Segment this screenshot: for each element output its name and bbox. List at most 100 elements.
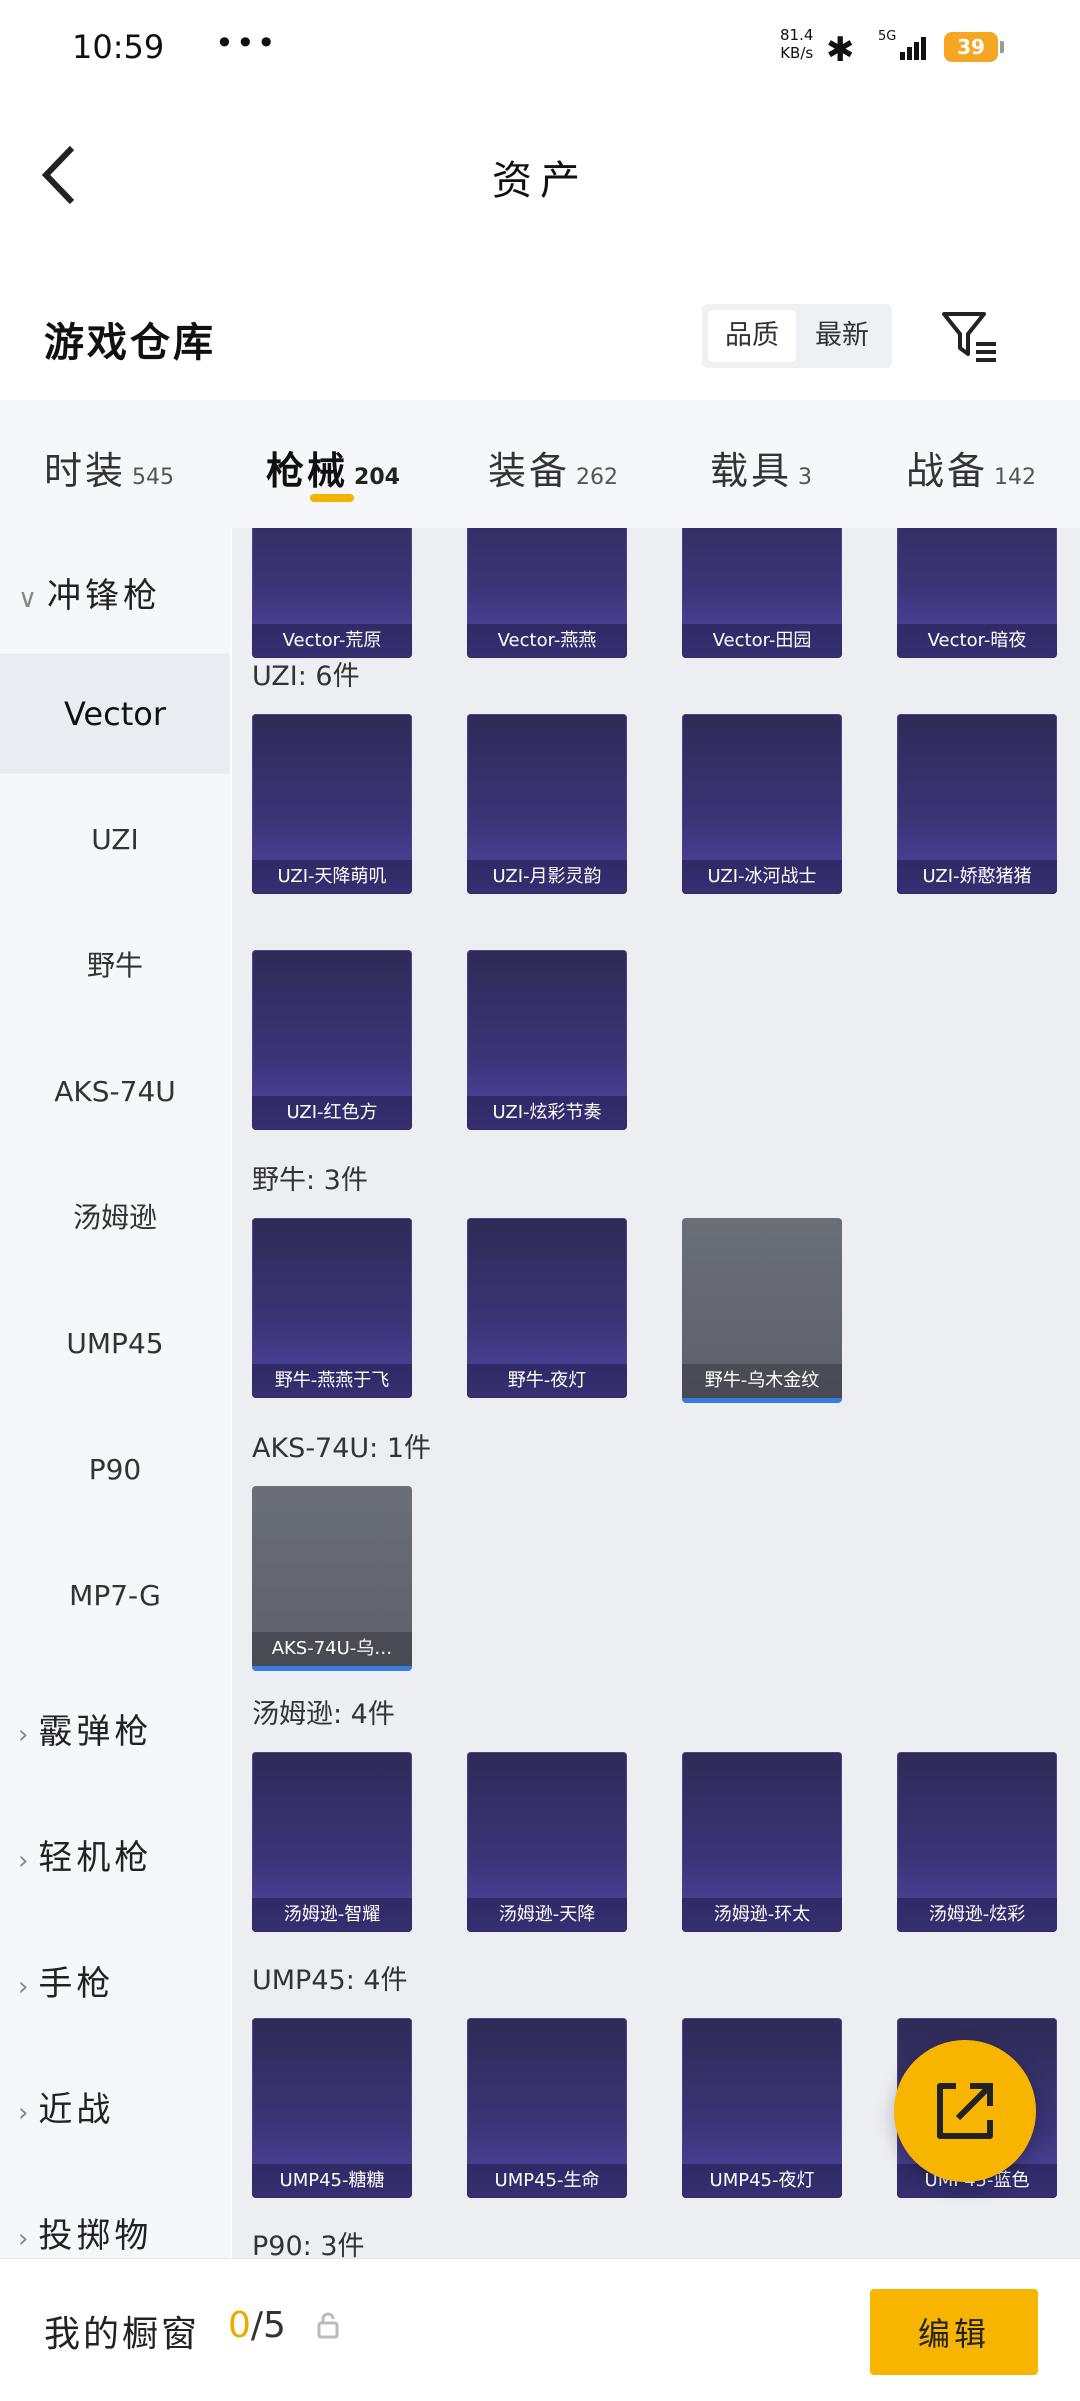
- gun-skin-image: [917, 1782, 1037, 1892]
- sidebar-item-ump45[interactable]: UMP45: [0, 1284, 230, 1404]
- sidebar-group-throwable[interactable]: › 投掷物: [18, 2208, 152, 2257]
- sidebar-group-label: 手枪: [38, 1964, 115, 2004]
- weapon-name: 野牛-燕燕于飞: [252, 1364, 412, 1398]
- bluetooth-icon: ✱: [826, 30, 855, 70]
- weapon-name: 汤姆逊-天降: [467, 1898, 627, 1932]
- gun-skin-image: [487, 1248, 607, 1358]
- weapon-card[interactable]: Vector-田园: [682, 528, 842, 658]
- tab-label: 枪械: [266, 449, 349, 493]
- sidebar-item-bison[interactable]: 野牛: [0, 906, 230, 1026]
- tab-fashion[interactable]: 时装 545: [44, 440, 174, 495]
- sidebar-group-melee[interactable]: › 近战: [18, 2082, 114, 2131]
- tab-label: 装备: [488, 449, 571, 493]
- weapon-card[interactable]: Vector-暗夜: [897, 528, 1057, 658]
- weapon-card[interactable]: 野牛-乌木金纹: [682, 1218, 842, 1403]
- gun-skin-image: [487, 1782, 607, 1892]
- weapon-card[interactable]: UMP45-夜灯: [682, 2018, 842, 2198]
- weapon-name: UZI-炫彩节奏: [467, 1096, 627, 1130]
- weapon-card[interactable]: UZI-娇憨猪猪: [897, 714, 1057, 894]
- lock-icon: [317, 2312, 339, 2339]
- sidebar-item-vector[interactable]: Vector: [0, 654, 230, 774]
- sidebar-group-label: 轻机枪: [38, 1838, 153, 1878]
- sidebar-group-lmg[interactable]: › 轻机枪: [18, 1830, 152, 1879]
- chevron-down-icon: ∨: [18, 584, 38, 614]
- share-button[interactable]: [894, 2040, 1036, 2182]
- sidebar-item-mp7g[interactable]: MP7-G: [0, 1536, 230, 1656]
- status-bar: 10:59 ••• 81.4 KB/s ✱ 5G 39: [0, 0, 1080, 100]
- weapon-card[interactable]: UMP45-糖糖: [252, 2018, 412, 2198]
- tab-equipment[interactable]: 装备 262: [488, 440, 618, 495]
- gun-skin-image: [272, 1516, 392, 1626]
- weapon-sidebar: ∨ 冲锋枪 Vector UZI 野牛 AKS-74U 汤姆逊 UMP45 P90…: [0, 528, 230, 2258]
- weapon-name: UMP45-夜灯: [682, 2164, 842, 2198]
- weapon-name: UMP45-生命: [467, 2164, 627, 2198]
- chevron-right-icon: ›: [18, 1972, 29, 2002]
- sidebar-item-thompson[interactable]: 汤姆逊: [0, 1158, 230, 1278]
- weapon-card[interactable]: UMP45-生命: [467, 2018, 627, 2198]
- tab-vehicles[interactable]: 载具 3: [710, 440, 812, 495]
- chevron-right-icon: ›: [18, 1846, 29, 1876]
- weapon-name: UZI-冰河战士: [682, 860, 842, 894]
- gun-skin-image: [702, 528, 822, 618]
- filter-icon[interactable]: [940, 308, 1000, 364]
- gun-skin-image: [917, 528, 1037, 618]
- sort-newest-button[interactable]: 最新: [798, 310, 886, 362]
- gun-skin-image: [487, 744, 607, 854]
- weapon-card[interactable]: Vector-燕燕: [467, 528, 627, 658]
- weapon-card[interactable]: 野牛-夜灯: [467, 1218, 627, 1398]
- tab-label: 载具: [710, 449, 793, 493]
- showcase-count: 0/5: [228, 2305, 286, 2346]
- sidebar-item-p90[interactable]: P90: [0, 1410, 230, 1530]
- tab-count: 3: [798, 465, 813, 490]
- sort-quality-button[interactable]: 品质: [708, 310, 796, 362]
- gun-skin-image: [272, 980, 392, 1090]
- weapon-card[interactable]: 汤姆逊-智耀: [252, 1752, 412, 1932]
- weapon-card[interactable]: 汤姆逊-天降: [467, 1752, 627, 1932]
- weapon-card[interactable]: 汤姆逊-环太: [682, 1752, 842, 1932]
- weapon-card[interactable]: 汤姆逊-炫彩: [897, 1752, 1057, 1932]
- weapon-name: UZI-月影灵韵: [467, 860, 627, 894]
- weapon-name: AKS-74U-乌…: [252, 1632, 412, 1666]
- weapon-card[interactable]: UZI-炫彩节奏: [467, 950, 627, 1130]
- group-label: 汤姆逊: 4件: [252, 1699, 395, 1730]
- chevron-right-icon: ›: [18, 2224, 29, 2254]
- weapon-name: UZI-天降萌叽: [252, 860, 412, 894]
- tab-count: 142: [994, 465, 1037, 490]
- weapon-name: Vector-荒原: [252, 624, 412, 658]
- gun-skin-image: [702, 1248, 822, 1358]
- edit-button[interactable]: 编辑: [870, 2289, 1038, 2375]
- gun-skin-image: [917, 744, 1037, 854]
- sidebar-item-aks74u[interactable]: AKS-74U: [0, 1032, 230, 1152]
- gun-skin-image: [702, 744, 822, 854]
- showcase-total: /5: [250, 2305, 286, 2346]
- weapon-card[interactable]: Vector-荒原: [252, 528, 412, 658]
- sidebar-group-pistol[interactable]: › 手枪: [18, 1956, 114, 2005]
- group-label: UMP45: 4件: [252, 1965, 408, 1996]
- weapon-card[interactable]: UZI-冰河战士: [682, 714, 842, 894]
- weapon-card[interactable]: UZI-月影灵韵: [467, 714, 627, 894]
- weapon-name: 汤姆逊-智耀: [252, 1898, 412, 1932]
- group-label: P90: 3件: [252, 2231, 365, 2258]
- sidebar-group-shotgun[interactable]: › 霰弹枪: [18, 1704, 152, 1753]
- weapon-card[interactable]: UZI-红色方: [252, 950, 412, 1130]
- tab-supplies[interactable]: 战备 142: [906, 440, 1036, 495]
- weapon-name: Vector-田园: [682, 624, 842, 658]
- gun-skin-image: [702, 1782, 822, 1892]
- weapon-card[interactable]: 野牛-燕燕于飞: [252, 1218, 412, 1398]
- weapon-name: 野牛-乌木金纹: [682, 1364, 842, 1398]
- weapon-card[interactable]: AKS-74U-乌…: [252, 1486, 412, 1671]
- sidebar-group-label: 霰弹枪: [38, 1712, 153, 1752]
- weapon-name: Vector-暗夜: [897, 624, 1057, 658]
- section-title: 游戏仓库: [44, 320, 216, 366]
- sidebar-group-label: 投掷物: [38, 2216, 153, 2256]
- tab-label: 战备: [906, 449, 989, 493]
- gun-skin-image: [702, 2048, 822, 2158]
- weapon-card[interactable]: UZI-天降萌叽: [252, 714, 412, 894]
- tab-guns[interactable]: 枪械 204: [266, 440, 400, 495]
- showcase-bar: 我的橱窗 0/5 编辑: [0, 2258, 1080, 2401]
- sidebar-group-smg[interactable]: ∨ 冲锋枪: [18, 568, 161, 617]
- category-tabs: 时装 545 枪械 204 装备 262 载具 3 战备 142: [0, 400, 1080, 528]
- sidebar-item-uzi[interactable]: UZI: [0, 780, 230, 900]
- active-tab-indicator: [310, 494, 354, 502]
- signal-icon: 5G: [878, 29, 926, 60]
